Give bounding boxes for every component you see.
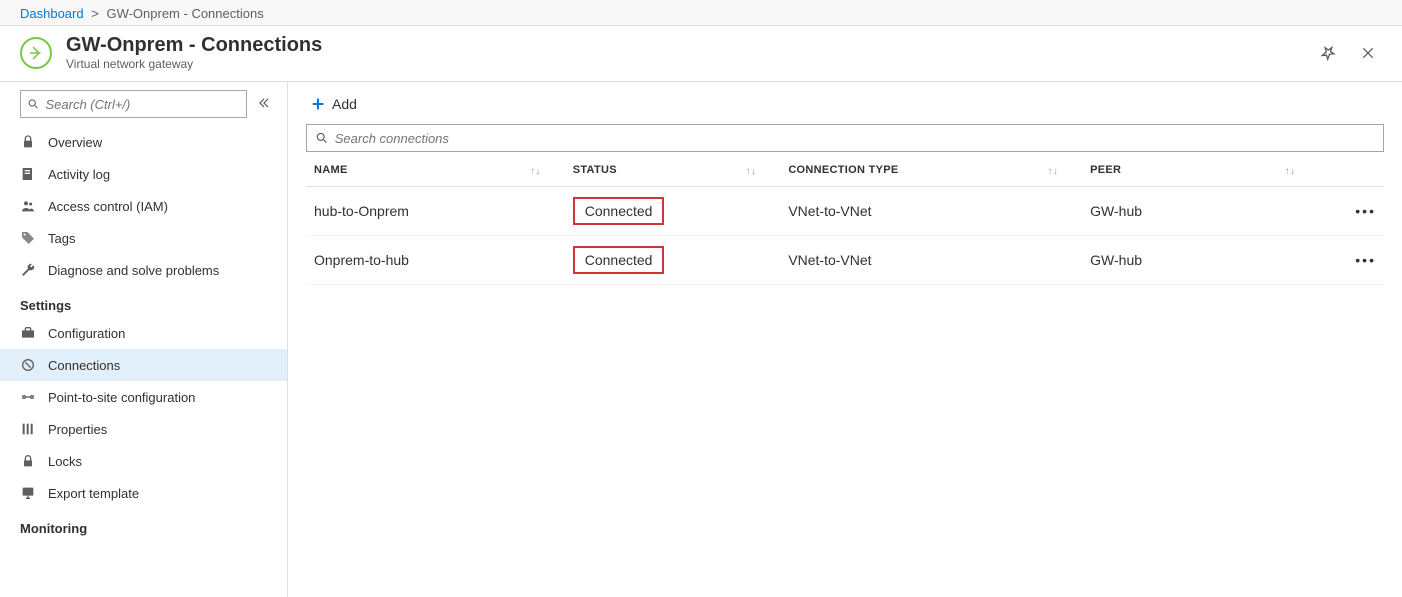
resource-icon [20,37,52,69]
sidebar-label: Configuration [48,326,125,341]
breadcrumb-sep: > [91,6,99,21]
cell-type: VNet-to-VNet [780,236,1082,285]
cell-status: Connected [565,187,781,236]
sidebar-item-connections[interactable]: Connections [0,349,287,381]
sort-icon: ↑↓ [1048,166,1059,177]
padlock-icon [20,453,36,469]
sidebar-collapse-button[interactable] [253,92,275,117]
sidebar-group-settings: Settings [0,286,287,317]
plus-icon [310,96,326,112]
sidebar-item-locks[interactable]: Locks [0,445,287,477]
cell-peer: GW-hub [1082,187,1319,236]
cell-name: hub-to-Onprem [306,187,565,236]
sidebar-label: Locks [48,454,82,469]
breadcrumb-root[interactable]: Dashboard [20,6,84,21]
sidebar-item-export[interactable]: Export template [0,477,287,509]
pin-button[interactable] [1314,39,1342,67]
filter-box[interactable] [306,124,1384,152]
cell-type: VNet-to-VNet [780,187,1082,236]
breadcrumb: Dashboard > GW-Onprem - Connections [0,0,1402,26]
page-title: GW-Onprem - Connections [66,34,322,57]
sidebar-item-tags[interactable]: Tags [0,222,287,254]
search-icon [315,131,329,145]
col-status[interactable]: STATUS↑↓ [565,154,781,187]
people-icon [20,198,36,214]
sidebar-item-access-control[interactable]: Access control (IAM) [0,190,287,222]
sidebar-label: Connections [48,358,120,373]
connections-icon [20,357,36,373]
row-more-button[interactable]: ••• [1319,236,1384,285]
add-label: Add [332,96,357,112]
table-row[interactable]: hub-to-Onprem Connected VNet-to-VNet GW-… [306,187,1384,236]
properties-icon [20,421,36,437]
cell-status: Connected [565,236,781,285]
cell-peer: GW-hub [1082,236,1319,285]
sidebar-label: Properties [48,422,107,437]
sidebar-label: Export template [48,486,139,501]
sort-icon: ↑↓ [1285,166,1296,177]
sidebar-label: Overview [48,135,102,150]
toolbox-icon [20,325,36,341]
sidebar-item-p2s[interactable]: Point-to-site configuration [0,381,287,413]
page-subtitle: Virtual network gateway [66,57,322,71]
close-button[interactable] [1354,39,1382,67]
sidebar-label: Access control (IAM) [48,199,168,214]
sidebar-item-properties[interactable]: Properties [0,413,287,445]
breadcrumb-current: GW-Onprem - Connections [106,6,263,21]
sort-icon: ↑↓ [746,166,757,177]
sidebar-label: Point-to-site configuration [48,390,195,405]
chevron-left-double-icon [257,96,271,110]
log-icon [20,166,36,182]
sidebar-group-monitoring: Monitoring [0,509,287,540]
export-icon [20,485,36,501]
sidebar-search[interactable] [20,90,247,118]
sidebar-item-configuration[interactable]: Configuration [0,317,287,349]
sidebar: Overview Activity log Access control (IA… [0,82,288,597]
lock-icon [20,134,36,150]
col-peer[interactable]: PEER↑↓ [1082,154,1319,187]
main-content: Add NAME↑↓ STATUS↑↓ CONNECTION TYPE↑↓ [288,82,1402,597]
row-more-button[interactable]: ••• [1319,187,1384,236]
sidebar-item-diagnose[interactable]: Diagnose and solve problems [0,254,287,286]
table-row[interactable]: Onprem-to-hub Connected VNet-to-VNet GW-… [306,236,1384,285]
sidebar-label: Activity log [48,167,110,182]
wrench-icon [20,262,36,278]
add-button[interactable]: Add [306,94,361,114]
col-type[interactable]: CONNECTION TYPE↑↓ [780,154,1082,187]
tag-icon [20,230,36,246]
col-name[interactable]: NAME↑↓ [306,154,565,187]
status-badge: Connected [573,197,665,225]
sidebar-item-overview[interactable]: Overview [0,126,287,158]
sidebar-search-input[interactable] [45,97,246,112]
sidebar-label: Tags [48,231,75,246]
toolbar: Add [306,90,1384,124]
status-badge: Connected [573,246,665,274]
p2s-icon [20,389,36,405]
sidebar-label: Diagnose and solve problems [48,263,219,278]
sidebar-item-activity-log[interactable]: Activity log [0,158,287,190]
sort-icon: ↑↓ [530,166,541,177]
filter-input[interactable] [335,131,1375,146]
title-bar: GW-Onprem - Connections Virtual network … [0,26,1402,82]
cell-name: Onprem-to-hub [306,236,565,285]
search-icon [27,97,39,111]
connections-table: NAME↑↓ STATUS↑↓ CONNECTION TYPE↑↓ PEER↑↓ [306,154,1384,285]
